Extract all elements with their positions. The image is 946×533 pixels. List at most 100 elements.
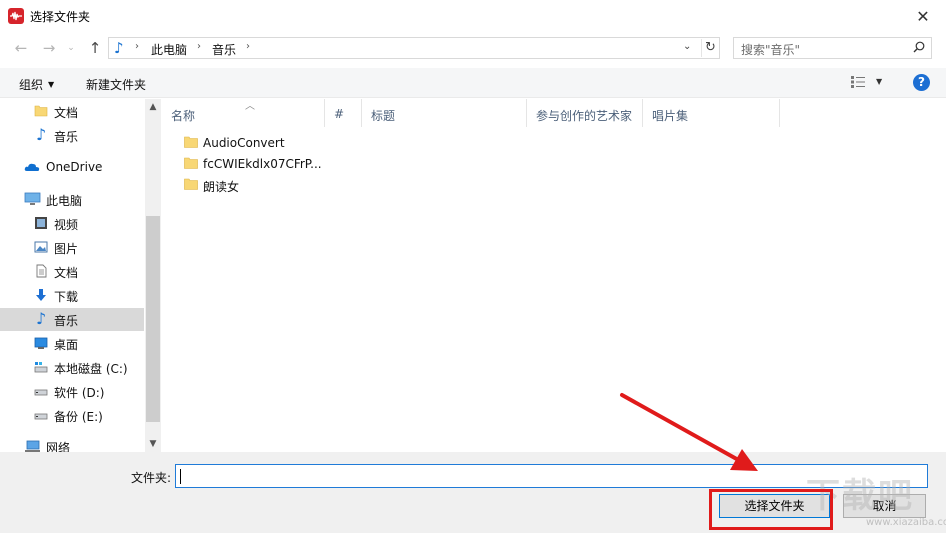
network-icon [25,440,40,452]
drive-icon [34,389,48,396]
close-icon[interactable]: ✕ [900,0,946,32]
column-header-artist[interactable]: 参与创作的艺术家 [527,99,643,127]
file-row[interactable]: fcCWIEkdlx07CFrP... [182,154,342,174]
sidebar-item-label: 音乐 [54,314,79,328]
navigation-scrollbar[interactable]: ▲ ▼ [145,99,161,452]
column-header-number[interactable]: # [325,99,362,127]
folder-icon [34,105,48,117]
folder-field-label: 文件夹: [131,471,172,485]
file-name: AudioConvert [203,136,285,150]
sidebar-item-drive-c[interactable]: 本地磁盘 (C:) [0,356,144,379]
column-label: 标题 [371,109,396,123]
chevron-down-icon[interactable]: ⌄ [683,41,691,52]
sidebar-item-documents-quick[interactable]: 文档 [0,100,144,123]
sidebar-item-drive-d[interactable]: 软件 (D:) [0,380,144,403]
file-name: 朗读女 [203,180,240,194]
new-folder-button[interactable]: 新建文件夹 [86,76,146,93]
folder-icon [184,136,198,148]
scroll-down-icon[interactable]: ▼ [145,436,161,452]
chevron-right-icon[interactable]: › [246,41,250,52]
picture-icon [34,241,48,253]
address-bar[interactable]: ♪ › 此电脑 › 音乐 › ⌄ ↻ [108,37,720,59]
file-row[interactable]: 朗读女 [182,175,342,195]
music-icon: ♪ [114,39,124,57]
watermark-url: www.xiazaiba.com [866,517,946,528]
window-title: 选择文件夹 [30,10,91,24]
music-icon: ♪ [36,309,47,328]
forward-arrow-icon[interactable]: → [40,39,58,57]
navigation-pane: 文档 ♪ 音乐 OneDrive 此电脑 视频 图片 文档 下载 ♪ 音乐 桌面… [0,99,161,452]
organize-button[interactable]: 组织 ▼ [19,76,54,93]
column-header-name[interactable]: ︿ 名称 [162,99,325,127]
sidebar-item-label: 网络 [46,441,71,452]
help-icon[interactable]: ? [913,74,930,91]
sidebar-item-label: 备份 (E:) [54,410,103,424]
sidebar-item-downloads[interactable]: 下载 [0,284,144,307]
sidebar-item-label: 文档 [54,266,79,280]
sidebar-item-label: 文档 [54,106,79,120]
folder-icon [184,178,198,190]
column-header-title[interactable]: 标题 [362,99,527,127]
video-icon [35,217,47,229]
scroll-up-icon[interactable]: ▲ [145,99,161,115]
text-cursor [180,469,181,484]
sidebar-item-label: OneDrive [46,160,103,174]
scrollbar-thumb[interactable] [146,216,160,422]
sort-ascending-icon: ︿ [245,101,255,112]
view-options-icon[interactable] [851,76,865,88]
cloud-icon [24,163,40,171]
drive-icon [34,413,48,420]
column-header-album[interactable]: 唱片集 [643,99,780,127]
folder-icon [184,157,198,169]
file-row[interactable]: AudioConvert [182,133,342,153]
sidebar-item-drive-e[interactable]: 备份 (E:) [0,404,144,427]
document-icon [36,264,47,278]
search-icon[interactable] [913,41,925,56]
organize-label: 组织 [19,78,44,92]
sidebar-item-documents[interactable]: 文档 [0,260,144,283]
column-label: 唱片集 [652,109,689,123]
sidebar-item-network[interactable]: 网络 [0,435,144,452]
refresh-icon[interactable]: ↻ [701,39,719,57]
sidebar-item-onedrive[interactable]: OneDrive [0,156,144,179]
computer-icon [24,192,41,205]
download-icon [36,289,46,301]
sidebar-item-this-pc[interactable]: 此电脑 [0,188,144,211]
sidebar-item-label: 下载 [54,290,79,304]
annotation-highlight-box [709,489,833,530]
sidebar-item-music-quick[interactable]: ♪ 音乐 [0,124,144,147]
sidebar-item-label: 桌面 [54,338,79,352]
sidebar-item-music[interactable]: ♪ 音乐 [0,308,144,331]
column-label: # [334,107,345,121]
app-icon [8,8,24,24]
sidebar-item-label: 本地磁盘 (C:) [54,362,128,376]
caret-down-icon[interactable]: ▼ [876,77,882,86]
back-arrow-icon[interactable]: ← [12,39,30,57]
chevron-right-icon[interactable]: › [135,41,139,52]
sidebar-item-label: 此电脑 [46,194,83,208]
breadcrumb-music[interactable]: 音乐 [212,41,236,58]
column-label: 参与创作的艺术家 [536,109,633,123]
recent-locations-chevron-icon[interactable]: ⌄ [62,39,80,57]
sidebar-item-videos[interactable]: 视频 [0,212,144,235]
caret-down-icon: ▼ [48,80,55,89]
search-input[interactable]: 搜索"音乐" [733,37,932,59]
command-toolbar: 组织 ▼ 新建文件夹 ▼ ? [0,68,946,98]
sidebar-item-label: 视频 [54,218,79,232]
sidebar-item-desktop[interactable]: 桌面 [0,332,144,355]
music-icon: ♪ [36,125,47,144]
file-list-pane: ︿ 名称 # 标题 参与创作的艺术家 唱片集 AudioConvert fcCW… [162,99,946,452]
sidebar-item-label: 图片 [54,242,79,256]
column-label: 名称 [171,109,196,123]
sidebar-item-label: 音乐 [54,130,79,144]
drive-icon [34,362,48,373]
up-arrow-icon[interactable]: ↑ [86,39,104,57]
desktop-icon [34,337,48,349]
sidebar-item-label: 软件 (D:) [54,386,105,400]
sidebar-item-pictures[interactable]: 图片 [0,236,144,259]
chevron-right-icon[interactable]: › [197,41,201,52]
breadcrumb-this-pc[interactable]: 此电脑 [151,41,187,58]
file-name: fcCWIEkdlx07CFrP... [203,157,322,171]
title-bar: 选择文件夹 ✕ [0,0,946,32]
search-placeholder: 搜索"音乐" [741,43,801,57]
